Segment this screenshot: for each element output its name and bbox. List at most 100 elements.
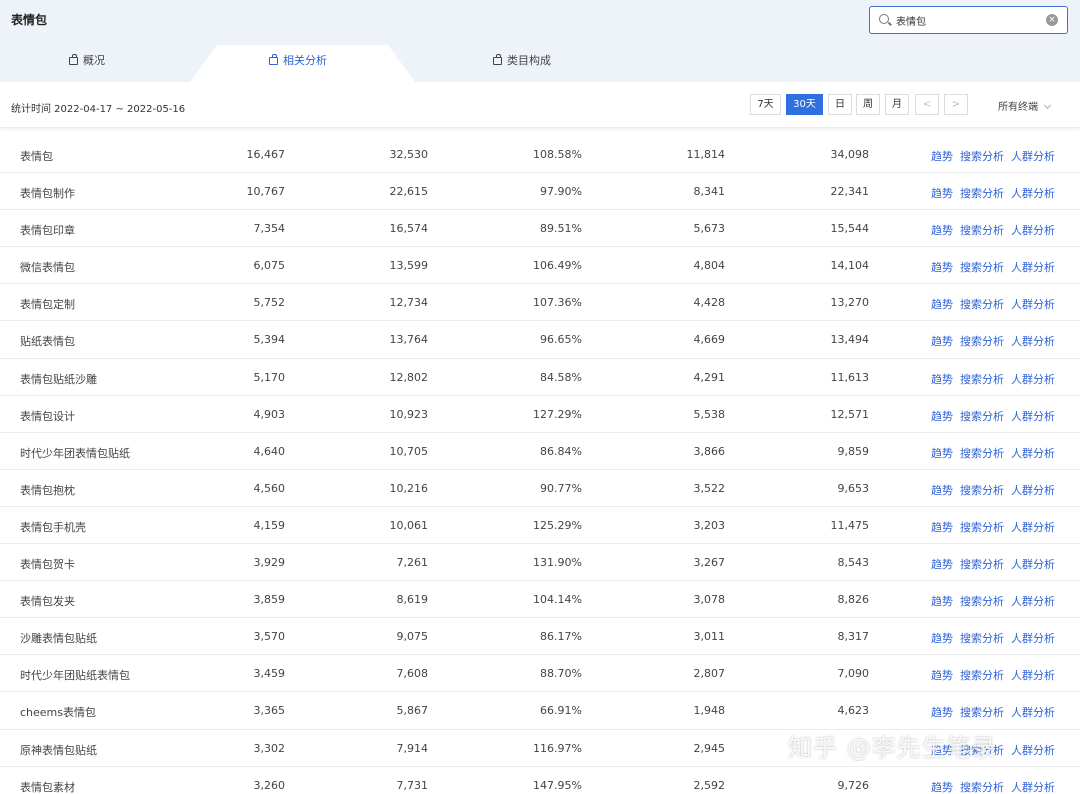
table-row: 表情包制作 10,767 22,615 97.90% 8,341 22,341 趋势 搜索分析…	[0, 173, 1080, 211]
keyword-cell: 时代少年团表情包贴纸	[20, 446, 130, 460]
search-analysis-link[interactable]: 搜索分析	[960, 222, 1004, 238]
trend-link[interactable]: 趋势	[931, 556, 953, 572]
search-analysis-link[interactable]: 搜索分析	[960, 593, 1004, 609]
keyword-table: 表情包 16,467 32,530 108.58% 11,814 34,098 趋势 搜索分析…	[0, 136, 1080, 794]
metric-cell: 9,859	[837, 444, 870, 458]
trend-link[interactable]: 趋势	[931, 445, 953, 461]
search-analysis-link[interactable]: 搜索分析	[960, 259, 1004, 275]
metric-cell: 7,608	[396, 667, 429, 681]
trend-link[interactable]: 趋势	[931, 630, 953, 646]
search-analysis-link[interactable]: 搜索分析	[960, 704, 1004, 720]
table-row: 表情包贺卡 3,929 7,261 131.90% 3,267 8,543 趋势 搜索分析 人群…	[0, 544, 1080, 582]
search-analysis-link[interactable]: 搜索分析	[960, 445, 1004, 461]
trend-link[interactable]: 趋势	[931, 333, 953, 349]
crowd-analysis-link[interactable]: 人群分析	[1011, 779, 1055, 794]
crowd-analysis-link[interactable]: 人群分析	[1011, 408, 1055, 424]
crowd-analysis-link[interactable]: 人群分析	[1011, 593, 1055, 609]
trend-link[interactable]: 趋势	[931, 704, 953, 720]
metric-cell: 1,948	[693, 704, 726, 718]
metric-cell: 34,098	[830, 148, 870, 161]
crowd-analysis-link[interactable]: 人群分析	[1011, 259, 1055, 275]
tab-overview[interactable]: 概况	[69, 52, 105, 68]
trend-link[interactable]: 趋势	[931, 667, 953, 683]
crowd-analysis-link[interactable]: 人群分析	[1011, 185, 1055, 201]
search-analysis-link[interactable]: 搜索分析	[960, 408, 1004, 424]
trend-link[interactable]: 趋势	[931, 296, 953, 312]
search-analysis-link[interactable]: 搜索分析	[960, 296, 1004, 312]
search-analysis-link[interactable]: 搜索分析	[960, 742, 1004, 758]
search-input[interactable]	[896, 11, 1036, 29]
crowd-analysis-link[interactable]: 人群分析	[1011, 630, 1055, 646]
search-analysis-link[interactable]: 搜索分析	[960, 148, 1004, 164]
metric-cell: 116.97%	[533, 741, 582, 755]
period-button-7d[interactable]: 7天	[750, 94, 781, 115]
crowd-analysis-link[interactable]: 人群分析	[1011, 222, 1055, 238]
trend-link[interactable]: 趋势	[931, 742, 953, 758]
metric-cell: 8,619	[396, 593, 429, 607]
metric-cell: 10,705	[389, 444, 429, 458]
trend-link[interactable]: 趋势	[931, 259, 953, 275]
crowd-analysis-link[interactable]: 人群分析	[1011, 519, 1055, 535]
prev-button[interactable]: <	[915, 94, 939, 115]
search-analysis-link[interactable]: 搜索分析	[960, 482, 1004, 498]
search-analysis-link[interactable]: 搜索分析	[960, 556, 1004, 572]
keyword-cell: 贴纸表情包	[20, 335, 75, 349]
trend-link[interactable]: 趋势	[931, 185, 953, 201]
trend-link[interactable]: 趋势	[931, 519, 953, 535]
crowd-analysis-link[interactable]: 人群分析	[1011, 704, 1055, 720]
crowd-analysis-link[interactable]: 人群分析	[1011, 482, 1055, 498]
clear-icon[interactable]: ×	[1046, 14, 1058, 26]
terminal-select[interactable]: 所有终端	[998, 98, 1052, 113]
metric-cell: 125.29%	[533, 518, 582, 532]
search-analysis-link[interactable]: 搜索分析	[960, 333, 1004, 349]
period-button-month[interactable]: 月	[885, 94, 909, 115]
period-button-day[interactable]: 日	[828, 94, 852, 115]
metric-cell: 11,613	[830, 370, 870, 384]
metric-cell: 15,544	[830, 222, 870, 236]
metric-cell: 3,203	[693, 518, 726, 532]
toolbar: 统计时间 2022-04-17 ~ 2022-05-16 7天 30天 日 周 …	[0, 82, 1080, 128]
keyword-cell: 时代少年团贴纸表情包	[20, 669, 130, 683]
search-analysis-link[interactable]: 搜索分析	[960, 630, 1004, 646]
tab-related-analysis[interactable]: 相关分析	[269, 52, 327, 68]
trend-link[interactable]: 趋势	[931, 371, 953, 387]
crowd-analysis-link[interactable]: 人群分析	[1011, 667, 1055, 683]
period-button-week[interactable]: 周	[856, 94, 880, 115]
search-analysis-link[interactable]: 搜索分析	[960, 667, 1004, 683]
metric-cell: 4,669	[693, 333, 726, 347]
metric-cell: 86.17%	[540, 630, 582, 644]
next-button[interactable]: >	[944, 94, 968, 115]
table-row: 沙雕表情包贴纸 3,570 9,075 86.17% 3,011 8,317 趋势 搜索分析人…	[0, 618, 1080, 656]
crowd-analysis-link[interactable]: 人群分析	[1011, 742, 1055, 758]
metric-cell: 2,945	[693, 741, 726, 755]
search-analysis-link[interactable]: 搜索分析	[960, 185, 1004, 201]
metric-cell: 96.65%	[540, 333, 582, 347]
period-button-30d[interactable]: 30天	[786, 94, 823, 115]
crowd-analysis-link[interactable]: 人群分析	[1011, 333, 1055, 349]
trend-link[interactable]: 趋势	[931, 593, 953, 609]
crowd-analysis-link[interactable]: 人群分析	[1011, 371, 1055, 387]
crowd-analysis-link[interactable]: 人群分析	[1011, 296, 1055, 312]
metric-cell: 147.95%	[533, 778, 582, 792]
crowd-analysis-link[interactable]: 人群分析	[1011, 556, 1055, 572]
search-analysis-link[interactable]: 搜索分析	[960, 519, 1004, 535]
crowd-analysis-link[interactable]: 人群分析	[1011, 445, 1055, 461]
keyword-cell: 表情包	[20, 150, 53, 163]
trend-link[interactable]: 趋势	[931, 222, 953, 238]
trend-link[interactable]: 趋势	[931, 148, 953, 164]
trend-link[interactable]: 趋势	[931, 779, 953, 794]
crowd-analysis-link[interactable]: 人群分析	[1011, 148, 1055, 164]
keyword-cell: 表情包印章	[20, 224, 75, 238]
metric-cell: 7,914	[396, 741, 429, 755]
trend-link[interactable]: 趋势	[931, 408, 953, 424]
metric-cell: 4,428	[693, 296, 726, 310]
metric-cell: 13,599	[389, 259, 429, 273]
search-analysis-link[interactable]: 搜索分析	[960, 779, 1004, 794]
tab-category-composition[interactable]: 类目构成	[493, 52, 551, 68]
metric-cell: 4,903	[253, 407, 286, 421]
metric-cell: 10,061	[389, 518, 429, 532]
search-analysis-link[interactable]: 搜索分析	[960, 371, 1004, 387]
keyword-cell: 表情包手机壳	[20, 520, 86, 534]
search-box[interactable]: ×	[869, 6, 1068, 34]
trend-link[interactable]: 趋势	[931, 482, 953, 498]
